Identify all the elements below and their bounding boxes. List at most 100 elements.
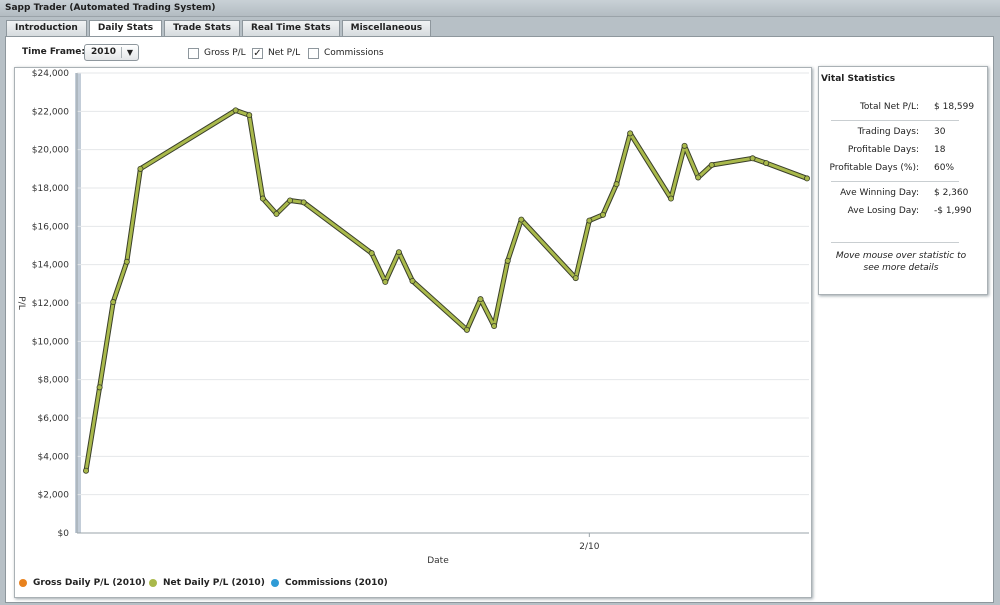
stats-title: Vital Statistics	[821, 74, 896, 84]
x-axis-label: Date	[427, 556, 449, 566]
series-line-shadow	[83, 107, 810, 474]
data-point	[232, 107, 239, 114]
stat-total-net-value: $ 18,599	[934, 102, 975, 112]
y-tick-label: $10,000	[32, 337, 69, 347]
y-tick-label: $16,000	[32, 222, 69, 232]
data-point	[83, 467, 90, 474]
series-line	[84, 108, 809, 473]
data-point	[627, 130, 634, 137]
stat-profitable-days-label: Profitable Days:	[847, 145, 919, 155]
stat-ave-winning[interactable]: Ave Winning Day: $ 2,360	[819, 188, 989, 200]
stat-trading-days[interactable]: Trading Days: 30	[819, 127, 989, 139]
net-pl-checkbox[interactable]: ✓ Net P/L	[252, 46, 300, 60]
data-point	[477, 296, 484, 303]
data-point	[287, 197, 294, 204]
legend-net-dot	[149, 579, 157, 587]
data-point	[463, 326, 470, 333]
stat-ave-losing[interactable]: Ave Losing Day: -$ 1,990	[819, 206, 989, 218]
y-tick-label: $4,000	[38, 452, 70, 462]
legend-gross-label: Gross Daily P/L (2010)	[33, 578, 146, 588]
data-point	[368, 250, 375, 257]
y-tick-label: $18,000	[32, 184, 69, 194]
data-point	[504, 257, 511, 264]
data-point	[110, 299, 117, 306]
tab-bar: Introduction Daily Stats Trade Stats Rea…	[6, 20, 433, 37]
data-point	[599, 211, 606, 218]
data-point	[382, 278, 389, 285]
window-titlebar: Sapp Trader (Automated Trading System)	[0, 0, 1000, 17]
gross-pl-label: Gross P/L	[204, 48, 246, 58]
data-point	[96, 384, 103, 391]
timeframe-value: 2010	[91, 47, 117, 57]
data-point	[259, 195, 266, 202]
commissions-checkbox[interactable]: Commissions	[308, 46, 384, 60]
y-tick-label: $22,000	[32, 107, 69, 117]
data-point	[763, 160, 770, 167]
tab-real-time-stats[interactable]: Real Time Stats	[241, 20, 340, 36]
data-point	[695, 174, 702, 181]
data-point	[409, 277, 416, 284]
legend-commissions-dot	[271, 579, 279, 587]
stat-profitable-days-value: 18	[934, 145, 946, 155]
tab-introduction[interactable]: Introduction	[6, 20, 87, 36]
divider	[831, 120, 959, 121]
stats-hint: Move mouse over statistic to see more de…	[835, 251, 967, 273]
data-point	[586, 217, 593, 224]
x-tick-label: 2/10	[579, 542, 599, 552]
data-point	[137, 165, 144, 172]
y-tick-label: $8,000	[38, 376, 70, 386]
divider	[831, 181, 959, 182]
net-pl-label: Net P/L	[268, 48, 301, 58]
legend-commissions[interactable]: Commissions (2010)	[271, 578, 388, 588]
legend-net[interactable]: Net Daily P/L (2010)	[149, 578, 265, 588]
gross-pl-checkbox-box[interactable]	[188, 47, 199, 59]
data-point	[804, 175, 811, 182]
chart-container: $0 $2,000 $4,000 $6,000 $8,000 $10,000 $12,000…	[14, 67, 812, 598]
data-point	[613, 181, 620, 188]
y-tick-label: $14,000	[32, 261, 69, 271]
window-title: Sapp Trader (Automated Trading System)	[5, 3, 216, 13]
stat-total-net[interactable]: Total Net P/L: $ 18,599	[819, 102, 989, 114]
timeframe-select[interactable]: 2010 ▼	[84, 44, 139, 61]
stat-ave-winning-label: Ave Winning Day:	[840, 188, 919, 198]
commissions-label: Commissions	[324, 48, 384, 58]
stat-profitable-pct-label: Profitable Days (%):	[829, 163, 919, 173]
pl-line-chart: $0 $2,000 $4,000 $6,000 $8,000 $10,000 $12,000…	[16, 69, 811, 566]
y-tick-label: $12,000	[32, 299, 69, 309]
y-tick-label: $0	[58, 529, 70, 539]
legend-net-label: Net Daily P/L (2010)	[163, 578, 265, 588]
daily-stats-panel: Time Frame: 2010 ▼ Gross P/L ✓ Net P/L C…	[5, 36, 994, 603]
select-divider	[121, 47, 122, 58]
stat-trading-days-label: Trading Days:	[857, 127, 919, 137]
tab-miscellaneous[interactable]: Miscellaneous	[341, 20, 432, 36]
divider	[831, 242, 959, 243]
data-point	[518, 216, 525, 223]
chevron-down-icon: ▼	[126, 48, 133, 57]
stat-profitable-pct[interactable]: Profitable Days (%): 60%	[819, 163, 989, 175]
data-point	[681, 142, 688, 149]
data-point	[572, 275, 579, 282]
stat-ave-winning-value: $ 2,360	[934, 188, 969, 198]
y-tick-label: $20,000	[32, 146, 69, 156]
legend-gross-dot	[19, 579, 27, 587]
stat-profitable-days[interactable]: Profitable Days: 18	[819, 145, 989, 157]
data-point	[246, 112, 253, 119]
vital-statistics-panel: Vital Statistics Total Net P/L: $ 18,599…	[818, 66, 988, 295]
y-tick-label: $6,000	[38, 414, 70, 424]
y-axis-label: P/L	[16, 296, 26, 309]
stat-total-net-label: Total Net P/L:	[859, 102, 919, 112]
commissions-checkbox-box[interactable]	[308, 47, 319, 59]
tab-trade-stats[interactable]: Trade Stats	[164, 20, 240, 36]
gross-pl-checkbox[interactable]: Gross P/L	[188, 46, 246, 60]
legend-gross[interactable]: Gross Daily P/L (2010)	[19, 578, 146, 588]
data-point	[123, 258, 130, 265]
data-point	[395, 249, 402, 256]
legend-commissions-label: Commissions (2010)	[285, 578, 388, 588]
stat-ave-losing-label: Ave Losing Day:	[847, 206, 919, 216]
timeframe-label: Time Frame:	[22, 47, 86, 57]
net-pl-checkbox-box[interactable]: ✓	[252, 47, 263, 59]
tab-daily-stats[interactable]: Daily Stats	[88, 20, 163, 37]
data-point	[708, 162, 715, 169]
data-point	[749, 155, 756, 162]
data-point	[300, 199, 307, 206]
